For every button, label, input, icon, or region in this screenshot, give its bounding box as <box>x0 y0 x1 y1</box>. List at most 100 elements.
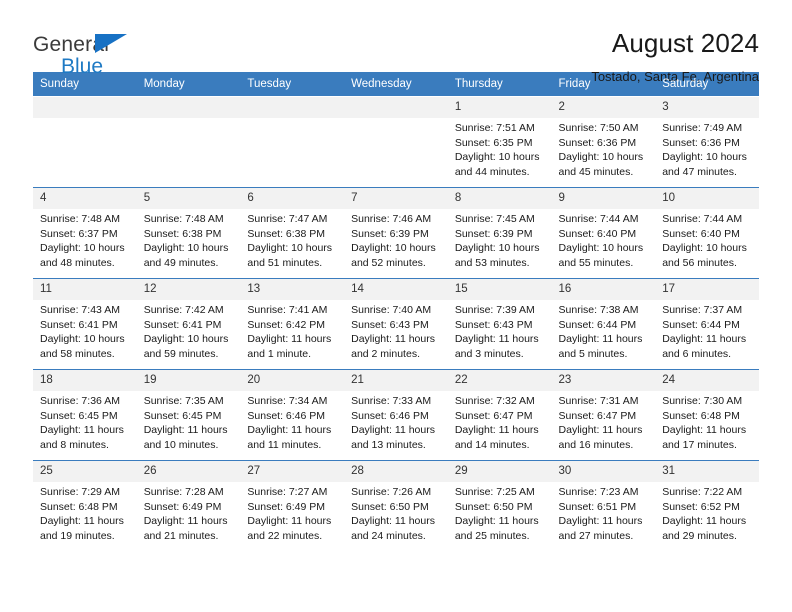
calendar-day-cell[interactable]: 16 Sunrise: 7:38 AM Sunset: 6:44 PM Dayl… <box>551 278 656 370</box>
sunset-text: Sunset: 6:43 PM <box>351 318 429 331</box>
calendar-page: General Blue August 2024 Tostado, Santa … <box>0 0 792 612</box>
calendar-week-row: 18 Sunrise: 7:36 AM Sunset: 6:45 PM Dayl… <box>33 369 759 461</box>
daylight-text: Daylight: 11 hours and 25 minutes. <box>454 515 539 542</box>
day-details: Sunrise: 7:38 AM Sunset: 6:44 PM Dayligh… <box>552 300 656 361</box>
calendar-day-cell[interactable]: 3 Sunrise: 7:49 AM Sunset: 6:36 PM Dayli… <box>655 96 759 188</box>
day-details: Sunrise: 7:42 AM Sunset: 6:41 PM Dayligh… <box>137 300 241 361</box>
calendar-day-cell[interactable]: 29 Sunrise: 7:25 AM Sunset: 6:50 PM Dayl… <box>447 460 552 551</box>
calendar-day-cell[interactable]: 7 Sunrise: 7:46 AM Sunset: 6:39 PM Dayli… <box>344 187 448 279</box>
calendar-day-cell[interactable]: 6 Sunrise: 7:47 AM Sunset: 6:38 PM Dayli… <box>240 187 345 279</box>
sunset-text: Sunset: 6:39 PM <box>454 227 533 240</box>
sunrise-text: Sunrise: 7:39 AM <box>454 304 535 316</box>
calendar-day-cell[interactable]: 12 Sunrise: 7:42 AM Sunset: 6:41 PM Dayl… <box>136 278 241 370</box>
sunset-text: Sunset: 6:42 PM <box>247 318 326 331</box>
calendar-day-cell[interactable]: 25 Sunrise: 7:29 AM Sunset: 6:48 PM Dayl… <box>33 460 137 551</box>
day-number: 11 <box>33 279 137 300</box>
calendar-day-cell[interactable]: 10 Sunrise: 7:44 AM Sunset: 6:40 PM Dayl… <box>655 187 759 279</box>
sunset-text: Sunset: 6:47 PM <box>454 409 533 422</box>
daylight-text: Daylight: 11 hours and 13 minutes. <box>351 424 435 451</box>
day-details: Sunrise: 7:45 AM Sunset: 6:39 PM Dayligh… <box>448 209 552 270</box>
day-number: 25 <box>33 461 137 482</box>
sunrise-text: Sunrise: 7:49 AM <box>662 122 743 134</box>
day-details: Sunrise: 7:29 AM Sunset: 6:48 PM Dayligh… <box>33 482 137 543</box>
daylight-text: Daylight: 11 hours and 21 minutes. <box>143 515 228 542</box>
day-details: Sunrise: 7:28 AM Sunset: 6:49 PM Dayligh… <box>137 482 241 543</box>
daylight-text: Daylight: 11 hours and 29 minutes. <box>662 515 747 542</box>
day-number: 26 <box>136 461 241 482</box>
sunrise-text: Sunrise: 7:28 AM <box>143 486 224 498</box>
sunrise-text: Sunrise: 7:46 AM <box>351 213 432 225</box>
day-details: Sunrise: 7:34 AM Sunset: 6:46 PM Dayligh… <box>240 391 344 452</box>
calendar-day-cell[interactable]: 30 Sunrise: 7:23 AM Sunset: 6:51 PM Dayl… <box>551 460 656 551</box>
calendar-day-cell[interactable]: 17 Sunrise: 7:37 AM Sunset: 6:44 PM Dayl… <box>655 278 759 370</box>
calendar-day-cell[interactable]: 23 Sunrise: 7:31 AM Sunset: 6:47 PM Dayl… <box>551 369 656 461</box>
sunset-text: Sunset: 6:52 PM <box>662 500 740 513</box>
calendar-day-cell[interactable]: 8 Sunrise: 7:45 AM Sunset: 6:39 PM Dayli… <box>447 187 552 279</box>
sunrise-text: Sunrise: 7:40 AM <box>351 304 432 316</box>
calendar-week-row: 25 Sunrise: 7:29 AM Sunset: 6:48 PM Dayl… <box>33 460 759 551</box>
calendar-day-cell[interactable]: 13 Sunrise: 7:41 AM Sunset: 6:42 PM Dayl… <box>240 278 345 370</box>
calendar-day-cell[interactable]: 18 Sunrise: 7:36 AM Sunset: 6:45 PM Dayl… <box>33 369 137 461</box>
day-number: 2 <box>551 97 656 118</box>
day-details: Sunrise: 7:33 AM Sunset: 6:46 PM Dayligh… <box>344 391 448 452</box>
sunrise-text: Sunrise: 7:47 AM <box>247 213 328 225</box>
calendar-week-row: 11 Sunrise: 7:43 AM Sunset: 6:41 PM Dayl… <box>33 278 759 370</box>
daylight-text: Daylight: 11 hours and 17 minutes. <box>662 424 747 451</box>
calendar-day-cell <box>344 96 448 188</box>
calendar-day-cell[interactable]: 15 Sunrise: 7:39 AM Sunset: 6:43 PM Dayl… <box>447 278 552 370</box>
sunrise-text: Sunrise: 7:34 AM <box>247 395 328 407</box>
general-blue-logo[interactable]: General Blue <box>33 28 153 78</box>
day-number: 21 <box>344 370 448 391</box>
daylight-text: Daylight: 11 hours and 3 minutes. <box>454 333 539 360</box>
day-details: Sunrise: 7:25 AM Sunset: 6:50 PM Dayligh… <box>448 482 552 543</box>
sunset-text: Sunset: 6:43 PM <box>454 318 533 331</box>
calendar-day-cell[interactable]: 20 Sunrise: 7:34 AM Sunset: 6:46 PM Dayl… <box>240 369 345 461</box>
day-details: Sunrise: 7:43 AM Sunset: 6:41 PM Dayligh… <box>33 300 137 361</box>
calendar-day-cell <box>33 96 137 188</box>
sunset-text: Sunset: 6:45 PM <box>143 409 222 422</box>
calendar-day-cell[interactable]: 22 Sunrise: 7:32 AM Sunset: 6:47 PM Dayl… <box>447 369 552 461</box>
calendar-day-cell[interactable]: 28 Sunrise: 7:26 AM Sunset: 6:50 PM Dayl… <box>344 460 448 551</box>
weekday-header-thursday: Thursday <box>447 72 552 97</box>
calendar-day-cell[interactable]: 21 Sunrise: 7:33 AM Sunset: 6:46 PM Dayl… <box>344 369 448 461</box>
day-number: 12 <box>136 279 241 300</box>
sunset-text: Sunset: 6:44 PM <box>662 318 740 331</box>
calendar-day-cell[interactable]: 26 Sunrise: 7:28 AM Sunset: 6:49 PM Dayl… <box>136 460 241 551</box>
day-details: Sunrise: 7:26 AM Sunset: 6:50 PM Dayligh… <box>344 482 448 543</box>
calendar-day-cell[interactable]: 11 Sunrise: 7:43 AM Sunset: 6:41 PM Dayl… <box>33 278 137 370</box>
sunrise-text: Sunrise: 7:36 AM <box>40 395 120 407</box>
calendar-day-cell <box>240 96 345 188</box>
day-number: 1 <box>447 97 552 118</box>
calendar-day-cell[interactable]: 31 Sunrise: 7:22 AM Sunset: 6:52 PM Dayl… <box>655 460 759 551</box>
daylight-text: Daylight: 11 hours and 6 minutes. <box>662 333 747 360</box>
sunset-text: Sunset: 6:40 PM <box>558 227 637 240</box>
calendar-day-cell <box>136 96 241 188</box>
calendar-day-cell[interactable]: 14 Sunrise: 7:40 AM Sunset: 6:43 PM Dayl… <box>344 278 448 370</box>
day-number: 6 <box>240 188 345 209</box>
daylight-text: Daylight: 10 hours and 45 minutes. <box>558 151 644 178</box>
calendar-day-cell[interactable]: 9 Sunrise: 7:44 AM Sunset: 6:40 PM Dayli… <box>551 187 656 279</box>
day-number: 14 <box>344 279 448 300</box>
calendar-day-cell[interactable]: 4 Sunrise: 7:48 AM Sunset: 6:37 PM Dayli… <box>33 187 137 279</box>
weekday-header-tuesday: Tuesday <box>240 72 345 97</box>
calendar-day-cell[interactable]: 19 Sunrise: 7:35 AM Sunset: 6:45 PM Dayl… <box>136 369 241 461</box>
daylight-text: Daylight: 10 hours and 44 minutes. <box>454 151 540 178</box>
calendar-day-cell[interactable]: 24 Sunrise: 7:30 AM Sunset: 6:48 PM Dayl… <box>655 369 759 461</box>
sunrise-text: Sunrise: 7:25 AM <box>454 486 535 498</box>
calendar-day-cell[interactable]: 1 Sunrise: 7:51 AM Sunset: 6:35 PM Dayli… <box>447 96 552 188</box>
day-number: 7 <box>344 188 448 209</box>
calendar-day-cell[interactable]: 27 Sunrise: 7:27 AM Sunset: 6:49 PM Dayl… <box>240 460 345 551</box>
sunrise-text: Sunrise: 7:35 AM <box>143 395 224 407</box>
sunrise-text: Sunrise: 7:26 AM <box>351 486 432 498</box>
calendar-day-cell[interactable]: 5 Sunrise: 7:48 AM Sunset: 6:38 PM Dayli… <box>136 187 241 279</box>
calendar-week-row: 1 Sunrise: 7:51 AM Sunset: 6:35 PM Dayli… <box>33 96 759 188</box>
sunset-text: Sunset: 6:37 PM <box>40 227 118 240</box>
day-details: Sunrise: 7:41 AM Sunset: 6:42 PM Dayligh… <box>240 300 344 361</box>
day-number: 3 <box>655 97 759 118</box>
day-details: Sunrise: 7:39 AM Sunset: 6:43 PM Dayligh… <box>448 300 552 361</box>
day-number <box>240 97 345 118</box>
daylight-text: Daylight: 11 hours and 19 minutes. <box>40 515 124 542</box>
calendar-day-cell[interactable]: 2 Sunrise: 7:50 AM Sunset: 6:36 PM Dayli… <box>551 96 656 188</box>
sunset-text: Sunset: 6:49 PM <box>247 500 326 513</box>
day-details: Sunrise: 7:27 AM Sunset: 6:49 PM Dayligh… <box>240 482 344 543</box>
